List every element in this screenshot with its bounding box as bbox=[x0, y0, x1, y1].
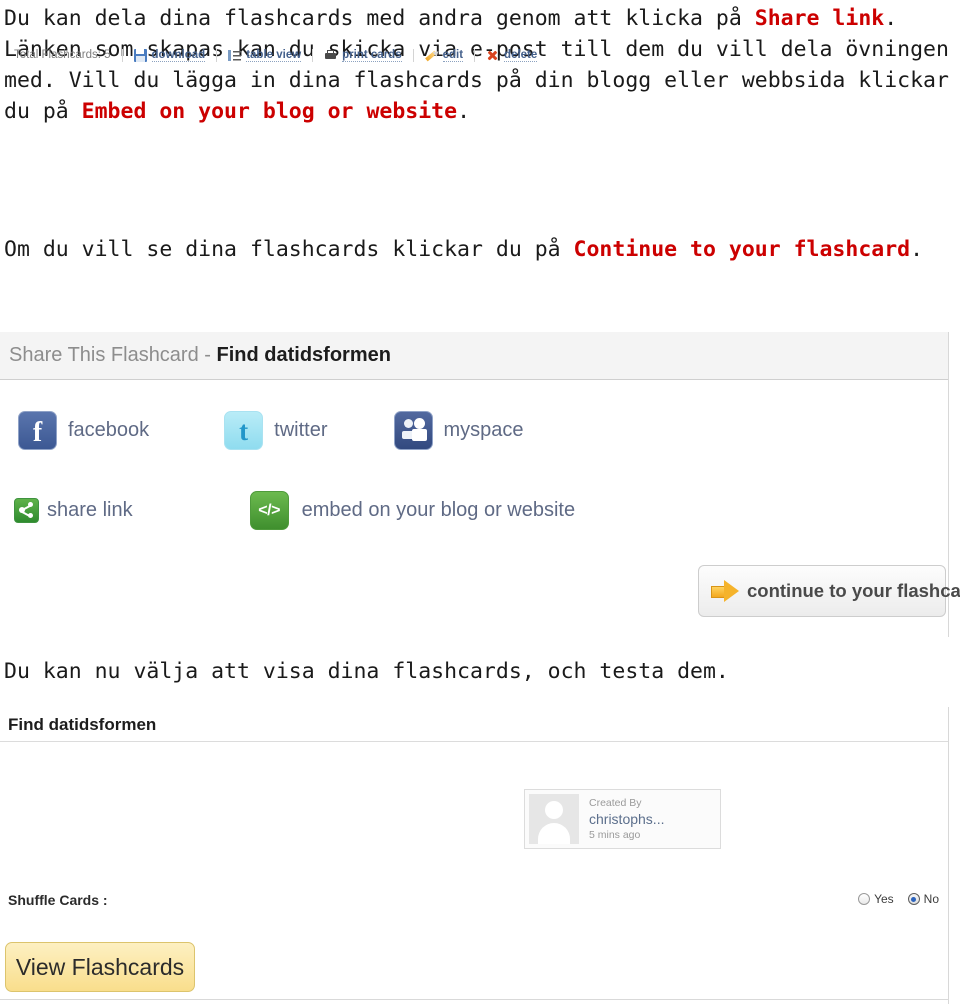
delete-button[interactable]: delete bbox=[486, 48, 538, 62]
paragraph-1-text-part-1: Du kan dela dina flashcards med andra ge… bbox=[4, 6, 755, 31]
share-link-button[interactable]: share link bbox=[14, 498, 133, 523]
avatar-placeholder-icon bbox=[529, 794, 579, 844]
created-by-timestamp: 5 mins ago bbox=[589, 829, 641, 841]
deck-toolbar: Total Flashcards: 5 download table view … bbox=[14, 46, 538, 64]
table-view-label: table view bbox=[246, 48, 302, 62]
embed-code-icon: </> bbox=[249, 491, 289, 530]
instruction-paragraph-2: Om du vill se dina flashcards klickar du… bbox=[4, 234, 958, 265]
share-panel-header: Share This Flashcard - Find datidsformen bbox=[0, 332, 948, 380]
twitter-icon: t bbox=[224, 411, 264, 450]
bottom-divider bbox=[0, 999, 949, 1000]
created-by-card: Created By christophs... 5 mins ago bbox=[524, 789, 721, 849]
delete-label: delete bbox=[504, 48, 538, 62]
print-cards-button[interactable]: print cards bbox=[324, 48, 402, 62]
table-view-icon bbox=[228, 49, 242, 62]
arrow-right-icon bbox=[711, 580, 741, 602]
share-myspace-label: myspace bbox=[443, 419, 524, 441]
pencil-icon bbox=[425, 49, 438, 62]
download-button[interactable]: download bbox=[133, 48, 206, 62]
share-link-row: share link </> embed on your blog or web… bbox=[14, 491, 575, 530]
toolbar-separator bbox=[216, 48, 218, 62]
share-panel-header-prefix: Share This Flashcard bbox=[9, 344, 199, 366]
embed-code-label: embed on your blog or website bbox=[301, 499, 576, 521]
share-panel-header-deck-name: Find datidsformen bbox=[216, 344, 391, 366]
table-view-button[interactable]: table view bbox=[228, 48, 302, 62]
paragraph-2-highlight-continue: Continue to your flashcard bbox=[573, 237, 911, 262]
myspace-icon bbox=[393, 411, 433, 450]
deck-header-divider bbox=[0, 741, 948, 742]
shuffle-radio-no-label: No bbox=[923, 892, 939, 906]
download-label: download bbox=[151, 48, 206, 62]
created-by-username[interactable]: christophs... bbox=[589, 810, 664, 828]
paragraph-2-text-part-2: . bbox=[910, 237, 924, 262]
embed-code-button[interactable]: </> embed on your blog or website bbox=[249, 491, 576, 530]
paragraph-1-highlight-share-link: Share link bbox=[754, 6, 885, 31]
edit-label: edit bbox=[442, 48, 464, 62]
view-flashcards-button[interactable]: View Flashcards bbox=[5, 942, 195, 992]
shuffle-radio-no[interactable]: No bbox=[907, 892, 939, 906]
radio-unselected-icon bbox=[858, 893, 871, 905]
share-facebook-label: facebook bbox=[68, 419, 150, 441]
instruction-paragraph-3: Du kan nu välja att visa dina flashcards… bbox=[4, 659, 729, 684]
toolbar-separator bbox=[412, 48, 414, 62]
shuffle-cards-label: Shuffle Cards : bbox=[8, 892, 108, 908]
share-twitter-label: twitter bbox=[274, 419, 328, 441]
instruction-paragraph-1: Du kan dela dina flashcards med andra ge… bbox=[4, 3, 958, 127]
social-share-row: f facebook t twitter myspace bbox=[18, 411, 524, 450]
toolbar-separator bbox=[474, 48, 476, 62]
continue-to-flashcard-button[interactable]: continue to your flashcard bbox=[698, 565, 960, 617]
continue-button-label: continue to your flashcard bbox=[747, 580, 960, 601]
facebook-icon: f bbox=[18, 411, 57, 450]
shuffle-radio-yes[interactable]: Yes bbox=[858, 892, 894, 906]
share-link-label: share link bbox=[47, 499, 133, 521]
printer-icon bbox=[324, 49, 337, 62]
shuffle-radio-yes-label: Yes bbox=[874, 892, 894, 906]
share-myspace-button[interactable]: myspace bbox=[393, 411, 524, 450]
toolbar-separator bbox=[312, 48, 314, 62]
deck-title: Find datidsformen bbox=[8, 715, 157, 734]
share-twitter-button[interactable]: t twitter bbox=[224, 411, 328, 450]
delete-x-icon bbox=[486, 49, 499, 62]
total-flashcards-label: Total Flashcards: 5 bbox=[14, 49, 111, 61]
print-cards-label: print cards bbox=[342, 48, 402, 62]
toolbar-separator bbox=[121, 48, 123, 62]
share-link-icon bbox=[14, 498, 39, 523]
shuffle-cards-row: Shuffle Cards : Yes No bbox=[0, 888, 949, 916]
share-panel-header-separator: - bbox=[198, 344, 217, 366]
shuffle-radio-group: Yes No bbox=[844, 892, 939, 906]
share-facebook-button[interactable]: f facebook bbox=[18, 411, 149, 450]
edit-button[interactable]: edit bbox=[425, 48, 464, 62]
radio-selected-icon bbox=[907, 893, 920, 905]
created-by-label: Created By bbox=[589, 797, 642, 809]
paragraph-1-highlight-embed: Embed on your blog or website bbox=[81, 99, 458, 124]
paragraph-2-text-part-1: Om du vill se dina flashcards klickar du… bbox=[4, 237, 574, 262]
view-flashcards-label: View Flashcards bbox=[15, 953, 185, 980]
paragraph-1-text-part-3: . bbox=[457, 99, 471, 124]
download-icon bbox=[133, 48, 147, 62]
